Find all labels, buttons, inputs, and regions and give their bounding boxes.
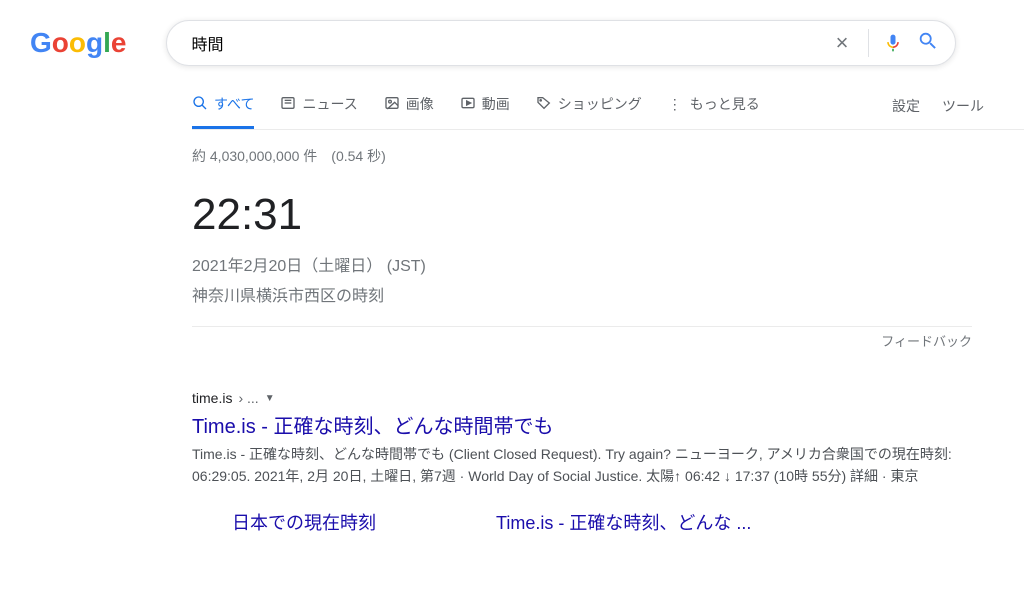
search-icon — [192, 95, 208, 114]
tab-label: ニュース — [302, 94, 357, 114]
tab-images[interactable]: 画像 — [384, 94, 434, 129]
related-link-2[interactable]: Time.is - 正確な時刻、どんな ... — [496, 509, 751, 535]
news-icon — [280, 95, 296, 114]
result-stats: 約 4,030,000,000 件 (0.54 秒) — [192, 146, 972, 166]
tab-videos[interactable]: 動画 — [460, 94, 510, 129]
result-description: Time.is - 正確な時刻、どんな時間帯でも (Client Closed … — [192, 443, 972, 487]
time-display: 22:31 — [192, 190, 972, 240]
tab-all[interactable]: すべて — [192, 94, 254, 129]
tab-more[interactable]: ⋮ もっと見る — [668, 94, 760, 129]
google-logo[interactable]: Google — [30, 27, 126, 59]
search-box[interactable]: × — [166, 20, 956, 66]
tab-label: もっと見る — [690, 94, 760, 114]
tag-icon — [536, 95, 552, 114]
result-path: › ... — [238, 390, 258, 406]
result-domain[interactable]: time.is — [192, 390, 232, 406]
video-icon — [460, 95, 476, 114]
search-result: time.is › ... ▼ Time.is - 正確な時刻、どんな時間帯でも… — [192, 390, 972, 487]
time-location: 神奈川県横浜市西区の時刻 — [192, 282, 972, 306]
tab-news[interactable]: ニュース — [280, 94, 357, 129]
tabs-bar: すべて ニュース 画像 動画 ショッピング ⋮ — [192, 94, 1024, 130]
result-title[interactable]: Time.is - 正確な時刻、どんな時間帯でも — [192, 410, 972, 439]
settings-link[interactable]: 設定 — [892, 96, 920, 116]
tab-label: ショッピング — [558, 94, 642, 114]
feedback-link[interactable]: フィードバック — [881, 334, 972, 349]
tab-label: すべて — [214, 94, 254, 114]
search-icon[interactable] — [917, 30, 939, 57]
more-icon: ⋮ — [668, 96, 684, 113]
chevron-down-icon[interactable]: ▼ — [265, 393, 275, 404]
tab-shopping[interactable]: ショッピング — [536, 94, 642, 129]
tools-link[interactable]: ツール — [942, 96, 984, 116]
divider — [868, 29, 869, 57]
related-link-1[interactable]: 日本での現在時刻 — [232, 509, 376, 535]
search-input[interactable] — [183, 34, 829, 52]
tab-label: 動画 — [482, 94, 510, 114]
image-icon — [384, 95, 400, 114]
clear-icon[interactable]: × — [830, 30, 855, 56]
tab-label: 画像 — [406, 94, 434, 114]
mic-icon[interactable] — [883, 31, 903, 55]
time-date: 2021年2月20日（土曜日） (JST) — [192, 252, 972, 276]
